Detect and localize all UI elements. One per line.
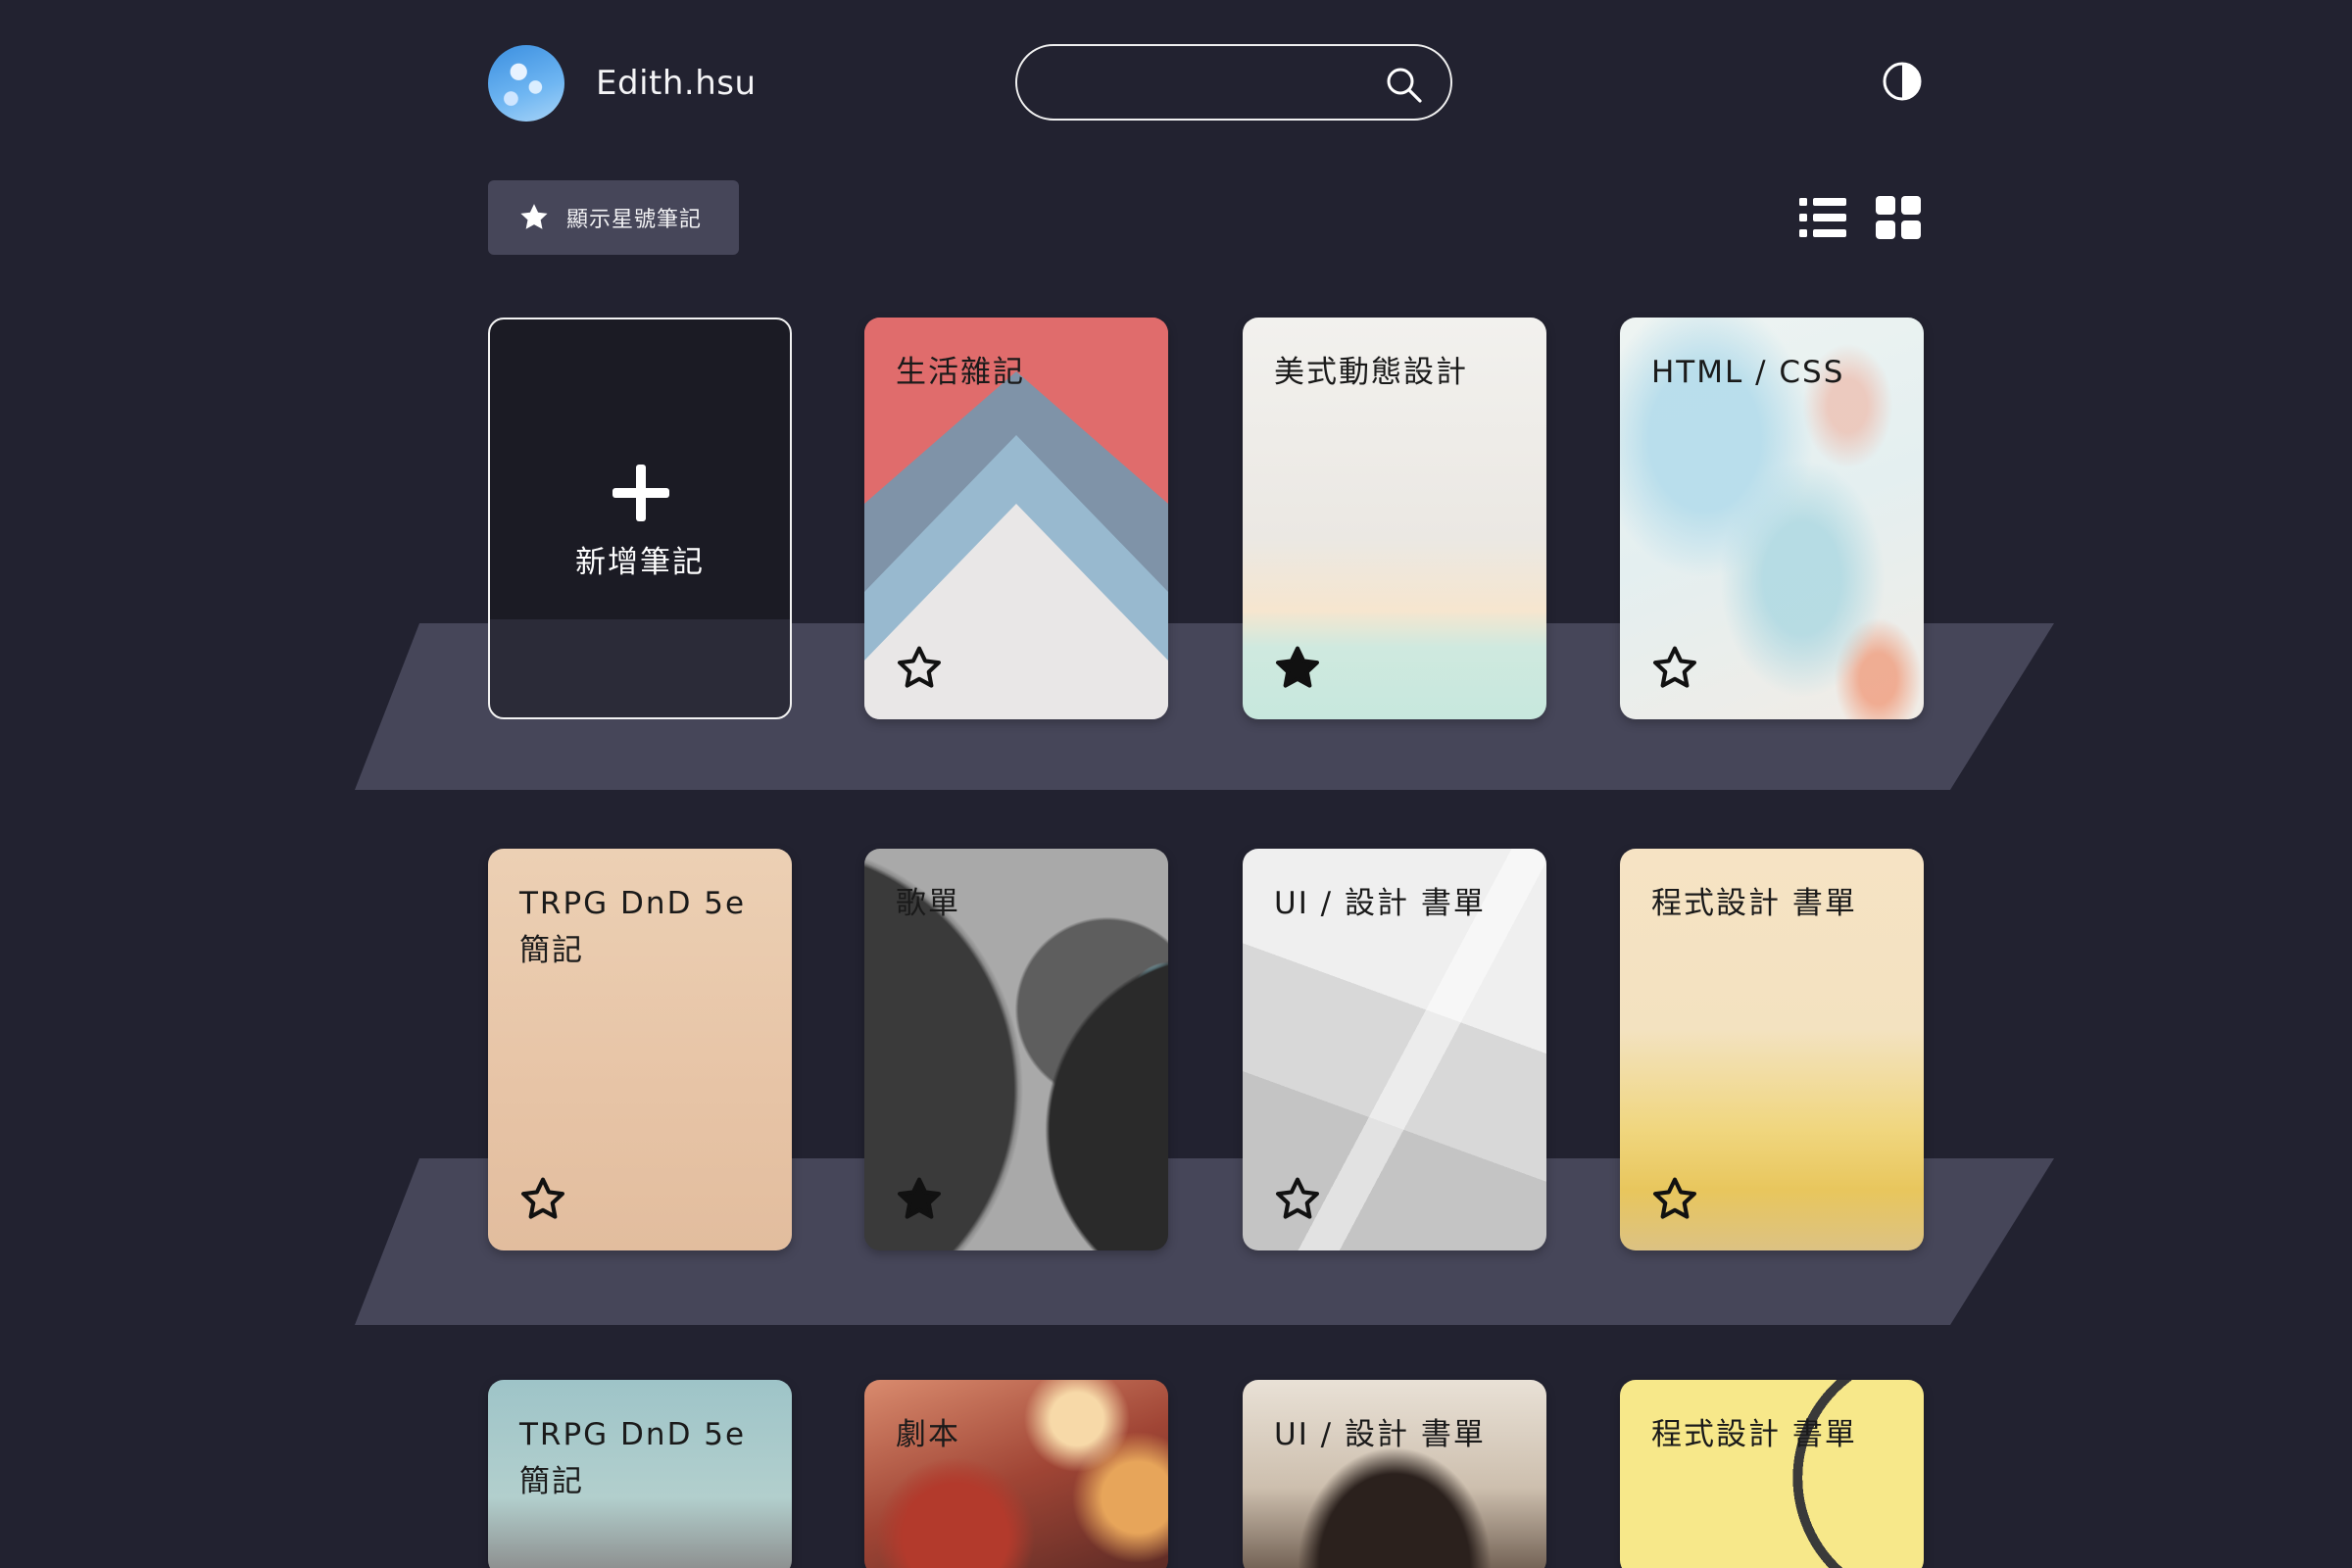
note-title: 程式設計 書單 (1651, 886, 1857, 921)
grid-view-icon[interactable] (1876, 196, 1921, 239)
notes-app: Edith.hsu 顯示星號筆記 新增筆記 生活雜記 美式動態設計 HTML /… (0, 0, 2352, 1568)
shelf (0, 1158, 2352, 1325)
username: Edith.hsu (596, 64, 757, 103)
star-filled-icon[interactable] (1272, 643, 1323, 694)
star-outline-icon[interactable] (1649, 1174, 1700, 1225)
note-card[interactable]: UI / 設計 書單 (1243, 1380, 1546, 1568)
note-card[interactable]: 歌單 (864, 849, 1168, 1250)
note-title: 美式動態設計 (1274, 355, 1468, 390)
plus-icon (612, 465, 669, 521)
note-title: UI / 設計 書單 (1274, 886, 1486, 921)
search-icon[interactable] (1384, 65, 1423, 104)
search-input[interactable] (1047, 58, 1384, 109)
note-card[interactable]: 程式設計 書單 (1620, 849, 1924, 1250)
add-note-label: 新增筆記 (575, 545, 705, 580)
note-card[interactable]: TRPG DnD 5e 簡記 (488, 1380, 792, 1568)
star-outline-icon[interactable] (1649, 643, 1700, 694)
note-title: 程式設計 書單 (1651, 1417, 1857, 1452)
star-icon (520, 204, 548, 229)
show-starred-button[interactable]: 顯示星號筆記 (488, 180, 739, 255)
note-title: HTML / CSS (1651, 355, 1845, 390)
note-card[interactable]: HTML / CSS (1620, 318, 1924, 719)
note-title: TRPG DnD 5e 簡記 (519, 886, 747, 968)
star-outline-icon[interactable] (1272, 1174, 1323, 1225)
shelf (0, 623, 2352, 790)
search-box[interactable] (1015, 44, 1452, 121)
add-note-card[interactable]: 新增筆記 (488, 318, 792, 719)
star-outline-icon[interactable] (894, 643, 945, 694)
star-filled-icon[interactable] (894, 1174, 945, 1225)
note-title: 劇本 (896, 1417, 960, 1452)
note-card[interactable]: UI / 設計 書單 (1243, 849, 1546, 1250)
note-card[interactable]: TRPG DnD 5e 簡記 (488, 849, 792, 1250)
avatar[interactable] (488, 45, 564, 122)
star-outline-icon[interactable] (517, 1174, 568, 1225)
note-title: TRPG DnD 5e 簡記 (519, 1417, 747, 1499)
note-card[interactable]: 程式設計 書單 (1620, 1380, 1924, 1568)
list-view-icon[interactable] (1799, 196, 1846, 239)
note-card[interactable]: 美式動態設計 (1243, 318, 1546, 719)
note-card[interactable]: 生活雜記 (864, 318, 1168, 719)
note-card[interactable]: 劇本 (864, 1380, 1168, 1568)
note-title: 生活雜記 (896, 355, 1025, 390)
contrast-toggle-icon[interactable] (1882, 61, 1923, 102)
show-starred-label: 顯示星號筆記 (566, 208, 703, 232)
note-title: UI / 設計 書單 (1274, 1417, 1486, 1452)
note-title: 歌單 (896, 886, 960, 921)
